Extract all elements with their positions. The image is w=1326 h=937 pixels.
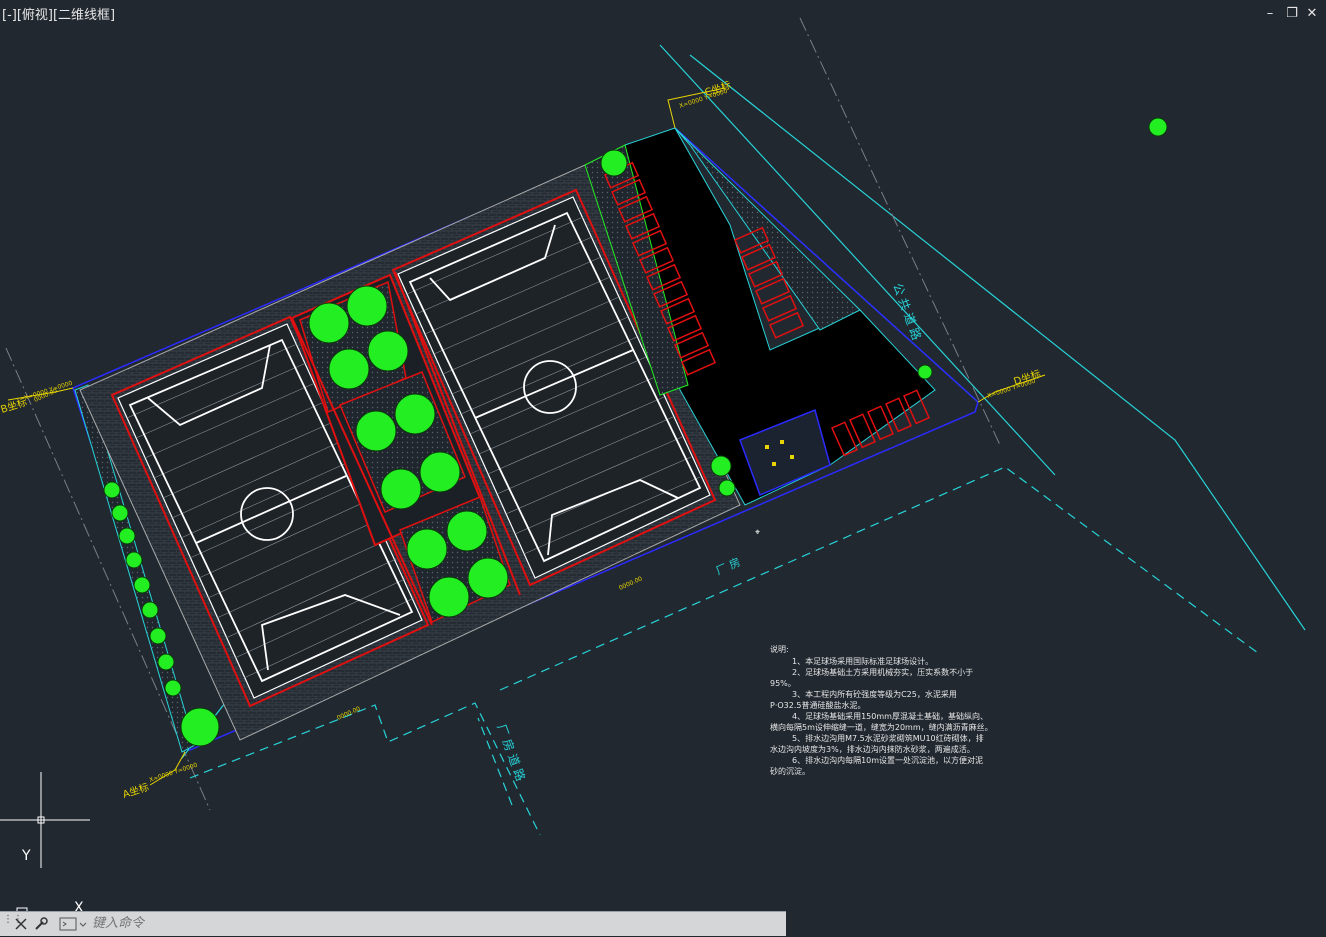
dimension-label-2: 0000.00: [336, 705, 362, 722]
dimension-label-1: 0000.00: [618, 575, 644, 592]
grip-handle-icon[interactable]: ⋮⋮: [3, 915, 23, 932]
notes-line: 5、排水边沟用M7.5水泥砂浆砌筑MU10红砖砌体，排: [792, 733, 984, 743]
public-road-label: 公 共 道 路: [890, 281, 924, 342]
notes-line: 95%。: [770, 679, 796, 688]
notes-line: 横向每隔5m设伸缩缝一道，缝宽为20mm，缝内满沥青麻丝。: [770, 722, 993, 732]
notes-line: 3、本工程内所有砼强度等级为C25，水泥采用: [792, 689, 957, 699]
close-icon[interactable]: [12, 915, 30, 933]
ucs-y-label: Y: [21, 848, 31, 864]
building-label: 厂 房: [714, 555, 743, 577]
command-line-bar: ⋮⋮: [0, 911, 786, 936]
notes-line: 4、足球场基础采用150mm厚混凝土基础，基础纵向、: [792, 711, 988, 721]
ucs-icon: [0, 772, 90, 919]
notes-line: 砂的沉淀。: [770, 766, 810, 776]
command-prompt-icon[interactable]: [58, 915, 88, 933]
notes-line: 6、排水边沟内每隔10m设置一处沉淀池，以方便对泥: [792, 755, 983, 765]
notes-title: 说明:: [770, 644, 789, 654]
coord-value-a: X=0000 Y=0000: [148, 762, 198, 784]
wrench-icon[interactable]: [32, 915, 50, 933]
notes-line: 2、足球场基础土方采用机械夯实，压实系数不小于: [792, 667, 973, 677]
notes-line: P·O32.5普通硅酸盐水泥。: [770, 700, 865, 710]
crosshair-cursor: ⌖: [755, 528, 760, 538]
notes-line: 1、本足球场采用国际标准足球场设计。: [792, 656, 933, 666]
notes-line: 水边沟内坡度为3%，排水边沟内抹防水砂浆，两遍成活。: [770, 744, 975, 754]
design-notes: 说明: 1、本足球场采用国际标准足球场设计。 2、足球场基础土方采用机械夯实，压…: [770, 644, 993, 776]
command-input[interactable]: [92, 914, 782, 932]
coord-label-a: A坐标: [121, 781, 150, 801]
coord-value-d: X=0000 Y=0000: [986, 378, 1036, 400]
drawing-canvas[interactable]: B坐标 C坐标 D坐标 A坐标 X=0000 Y=0000 X=0000 Y=0…: [0, 0, 1326, 937]
